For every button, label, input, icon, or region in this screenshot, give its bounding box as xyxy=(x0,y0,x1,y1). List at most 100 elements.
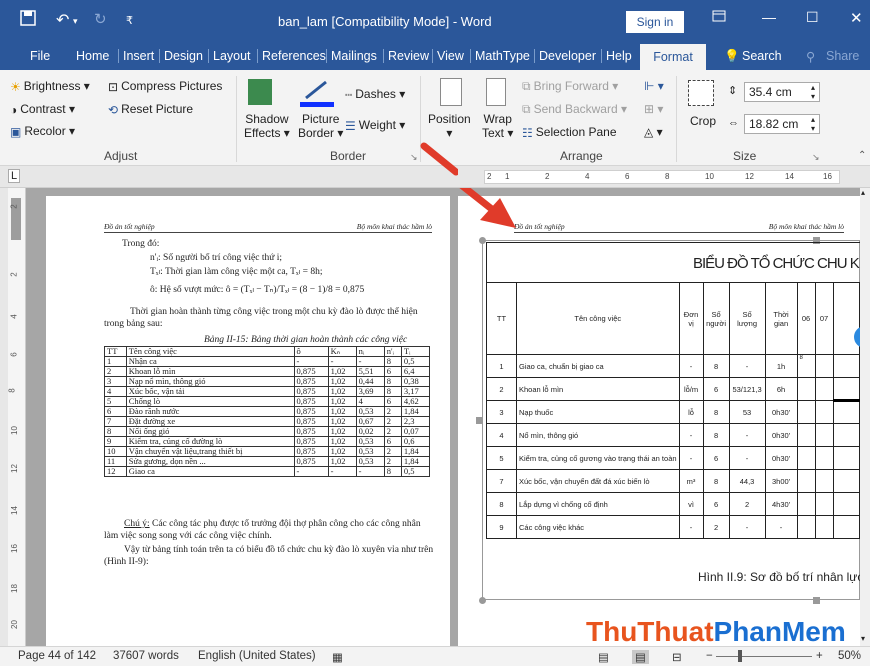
height-input[interactable]: 35.4 cm ▴ ▾ xyxy=(744,82,820,102)
width-spinner-icon[interactable]: ▴ ▾ xyxy=(811,115,815,133)
shadow-effects-button[interactable]: Shadow Effects ▾ xyxy=(244,112,290,140)
table-cell: 1,02 xyxy=(327,416,357,427)
collapse-ribbon-icon[interactable]: ⌃ xyxy=(858,150,866,161)
brightness-button[interactable]: ☀ Brightness ▾ xyxy=(10,79,90,94)
table-cell: Xúc bốc, vận tải xyxy=(125,386,295,397)
tab-file[interactable]: File xyxy=(30,49,50,63)
contrast-button[interactable]: ◑ Contrast ▾ xyxy=(10,102,75,117)
read-mode-icon[interactable]: ▤ xyxy=(598,650,609,664)
sign-in-button[interactable]: Sign in xyxy=(626,11,684,33)
tab-mathtype[interactable]: MathType xyxy=(470,49,530,63)
watermark-logo: ThuThuatPhanMem xyxy=(586,616,846,648)
redo-icon[interactable]: ↻ xyxy=(94,10,107,28)
paragraph-line: Tₓₗ: Thời gian làm công việc một ca, Tₓₗ… xyxy=(150,267,323,277)
table-row: 1 Giao ca, chuẩn bị giao ca -8-1h 8 xyxy=(486,354,860,378)
table-cell: 6 xyxy=(104,406,127,417)
page-left[interactable]: Đồ án tốt nghiệp Bộ môn khai thác hầm lò… xyxy=(46,196,450,646)
print-layout-icon[interactable]: ▤ xyxy=(632,650,649,664)
align-icon[interactable]: ⊩ ▾ xyxy=(644,79,664,93)
page-right[interactable]: Đồ án tốt nghiệp Bộ môn khai thác hầm lò… xyxy=(458,196,860,646)
zoom-thumb[interactable] xyxy=(738,650,742,662)
table-cell: 0,875 xyxy=(293,456,329,467)
table-cell: 1,02 xyxy=(327,386,357,397)
tab-review[interactable]: Review xyxy=(383,49,429,63)
scroll-down-icon[interactable]: ▾ xyxy=(861,634,865,643)
tab-insert[interactable]: Insert xyxy=(118,49,154,63)
vertical-scrollbar[interactable]: ▴ ▾ xyxy=(860,188,870,646)
send-backward-button[interactable]: ⧉ Send Backward ▾ xyxy=(522,102,627,117)
tab-developer[interactable]: Developer xyxy=(534,49,596,63)
maximize-icon[interactable]: ☐ xyxy=(806,9,819,26)
minimize-icon[interactable]: — xyxy=(762,9,776,25)
compress-pictures-button[interactable]: ⊡ Compress Pictures xyxy=(108,79,222,94)
reset-picture-button[interactable]: ⟲ Reset Picture xyxy=(108,102,193,117)
crop-button[interactable]: Crop xyxy=(690,114,716,128)
wrap-text-button[interactable]: Wrap Text ▾ xyxy=(482,112,513,140)
tab-help[interactable]: Help xyxy=(601,49,632,63)
tab-design[interactable]: Design xyxy=(159,49,203,63)
dashes-button[interactable]: ┅ Dashes ▾ xyxy=(345,87,405,102)
resize-handle[interactable] xyxy=(479,237,486,244)
table-cell: 0,53 xyxy=(355,446,385,457)
table-cell: lỗ xyxy=(678,400,704,424)
macro-record-icon[interactable]: ▦ xyxy=(332,650,343,664)
resize-handle[interactable] xyxy=(479,597,486,604)
page-count[interactable]: Page 44 of 142 xyxy=(18,650,96,662)
table-cell: - xyxy=(678,446,704,470)
group-icon[interactable]: ⊞ ▾ xyxy=(644,102,663,116)
tab-home[interactable]: Home xyxy=(76,49,109,63)
height-spinner-icon[interactable]: ▴ ▾ xyxy=(811,83,815,101)
rotate-icon[interactable]: ◬ ▾ xyxy=(644,125,663,139)
save-icon[interactable] xyxy=(20,10,36,30)
table-cell: 0,875 xyxy=(293,396,329,407)
zoom-out-icon[interactable]: − xyxy=(706,650,713,662)
language-status[interactable]: English (United States) xyxy=(198,650,316,662)
zoom-slider[interactable] xyxy=(716,656,812,657)
resize-handle[interactable] xyxy=(476,417,483,424)
group-label-adjust: Adjust xyxy=(104,149,138,163)
table-cell: 3,17 xyxy=(400,386,431,397)
tab-mailings[interactable]: Mailings xyxy=(326,49,377,63)
table-cell: 53/121,3 xyxy=(728,377,766,401)
scroll-up-icon[interactable]: ▴ xyxy=(861,188,865,197)
bring-forward-button[interactable]: ⧉ Bring Forward ▾ xyxy=(522,79,618,94)
gantt-cell xyxy=(832,446,860,470)
table-cell: Nạp thuốc xyxy=(516,400,680,424)
tab-format[interactable]: Format xyxy=(640,44,706,70)
zoom-in-icon[interactable]: + xyxy=(816,650,823,662)
page-header: Đồ án tốt nghiệp Bộ môn khai thác hầm lò xyxy=(104,222,432,233)
tell-me-search[interactable]: Search xyxy=(742,49,782,63)
dialog-launcher-icon[interactable]: ↘ xyxy=(410,152,418,163)
close-icon[interactable]: ✕ xyxy=(850,9,863,27)
tab-view[interactable]: View xyxy=(432,49,464,63)
customize-qat-icon[interactable]: ₹ xyxy=(126,14,133,27)
resize-handle[interactable] xyxy=(813,597,820,604)
table-cell: 9 xyxy=(104,436,127,447)
zoom-level[interactable]: 50% xyxy=(838,650,861,662)
share-button[interactable]: Share xyxy=(826,49,859,63)
size-dialog-launcher-icon[interactable]: ↘ xyxy=(812,152,820,163)
undo-dropdown-icon[interactable]: ▾ xyxy=(73,16,78,27)
weight-button[interactable]: ☰ Weight ▾ xyxy=(345,118,405,133)
ruler-tick: 14 xyxy=(785,172,794,181)
table-row: 9 Các công việc khác -2- - xyxy=(486,515,860,539)
width-input[interactable]: 18.82 cm ▴ ▾ xyxy=(744,114,820,134)
word-count[interactable]: 37607 words xyxy=(113,650,179,662)
picture-border-button[interactable]: Picture Border ▾ xyxy=(298,112,343,140)
gantt-cell xyxy=(832,354,860,378)
selection-pane-button[interactable]: ☷ Selection Pane xyxy=(522,125,617,140)
schedule-table: TT Tên công việc Đơn vị Số người Số lượng Thờ… xyxy=(486,282,860,539)
ribbon-display-icon[interactable] xyxy=(712,9,726,25)
tab-references[interactable]: References xyxy=(257,49,326,63)
undo-icon[interactable]: ↶ xyxy=(56,10,69,30)
recolor-button[interactable]: ▣ Recolor ▾ xyxy=(10,124,75,139)
table-cell: vì xyxy=(678,492,704,516)
position-button[interactable]: Position ▾ xyxy=(428,112,471,140)
tab-selector[interactable]: L xyxy=(8,169,21,183)
web-layout-icon[interactable]: ⊟ xyxy=(672,650,682,664)
table-cell: 10 xyxy=(104,446,127,457)
ruler-tick: 2 xyxy=(9,272,19,277)
table-cell: 7 xyxy=(486,469,517,493)
tab-layout[interactable]: Layout xyxy=(208,49,251,63)
header-left: Đồ án tốt nghiệp xyxy=(104,222,155,231)
